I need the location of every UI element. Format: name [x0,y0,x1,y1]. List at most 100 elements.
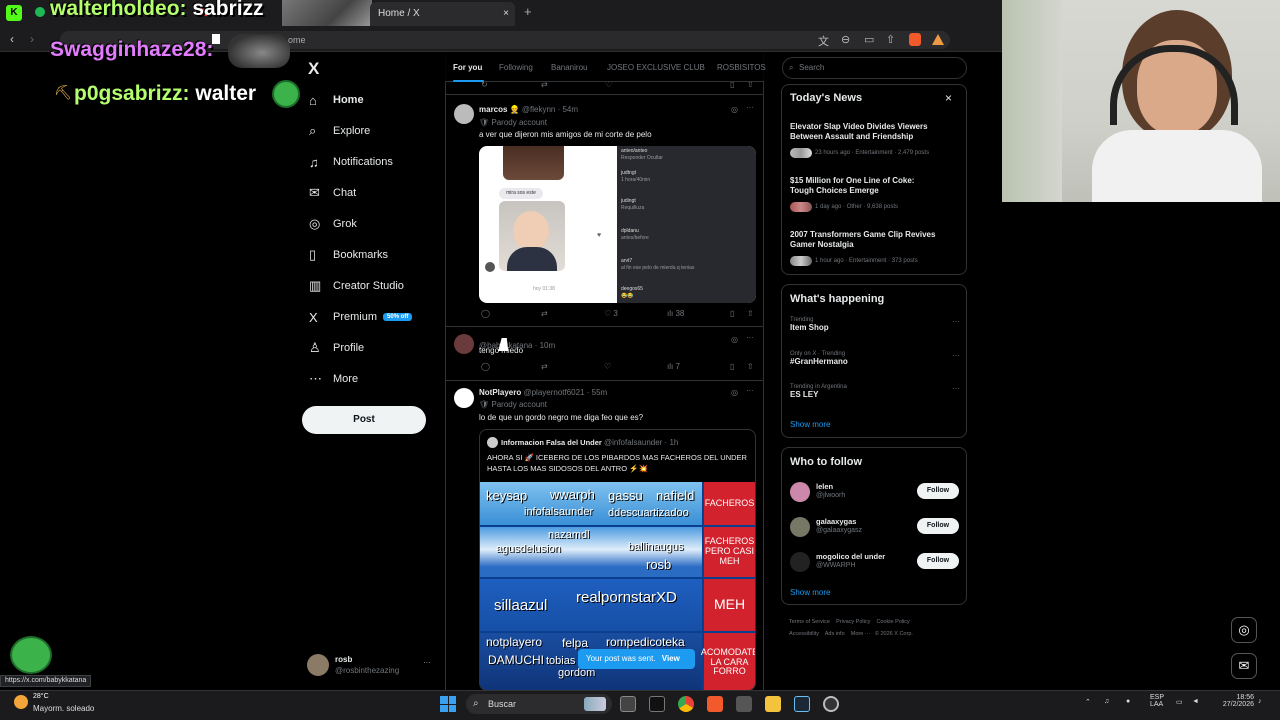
account-switcher[interactable]: rosb @rosbinthezazing ··· [307,652,437,682]
views-button[interactable]: ılı 7 [667,362,680,371]
nav-creator-studio[interactable]: ▥ Creator Studio [309,275,449,297]
trend-more-icon[interactable]: ··· [952,384,960,393]
post-button[interactable]: Post [302,406,426,434]
install-icon[interactable]: ▭ [864,33,874,46]
obs-icon[interactable] [823,696,839,712]
tray-overflow-icon[interactable]: ⌃ [1085,698,1091,706]
post-avatar[interactable] [454,388,474,408]
grok-fab-icon[interactable]: ◎ [1231,617,1257,643]
footer-ads-link[interactable]: Ads info [825,631,845,637]
footer-terms-link[interactable]: Terms of Service [789,619,830,625]
terminal-icon[interactable] [649,696,665,712]
back-icon[interactable]: ‹ [10,32,14,46]
reply-icon[interactable]: ◯ [481,309,490,318]
task-view-icon[interactable] [620,696,636,712]
brave-rewards-icon[interactable] [932,34,944,45]
nav-more[interactable]: ⋯ More [309,368,449,390]
show-more-follow-link[interactable]: Show more [790,588,830,597]
weather-sun-icon[interactable] [14,695,28,709]
close-icon[interactable]: × [945,91,952,105]
post-author[interactable]: marcos 👷 @flekynn · 54m [479,105,578,114]
footer-cookie-link[interactable]: Cookie Policy [876,619,909,625]
reply-icon[interactable]: ◯ [481,362,490,371]
post-more-icon[interactable]: ··· [746,103,754,112]
notification-bell-icon[interactable]: ♪ [1258,698,1262,705]
x-logo-icon[interactable]: X [308,59,319,79]
follow-suggestion[interactable]: mogolico del under @WWARPH Follow [790,550,962,574]
microphone-icon[interactable]: ● [1126,698,1130,705]
views-button[interactable]: ılı 38 [667,309,684,318]
footer-more-link[interactable]: More ··· [851,631,871,637]
show-more-trends-link[interactable]: Show more [790,420,830,429]
post-avatar[interactable] [454,334,474,354]
nav-grok[interactable]: ◎ Grok [309,213,449,235]
follow-button[interactable]: Follow [917,483,959,499]
post-avatar[interactable] [454,104,474,124]
follow-suggestion[interactable]: galaaxygas @galaaxygasz Follow [790,515,962,539]
store-icon[interactable] [736,696,752,712]
volume-icon[interactable]: ◄ [1192,698,1199,705]
trend-item[interactable]: Only on X · Trending #GranHermano ··· [790,351,960,366]
news-item[interactable]: $15 Million for One Line of Coke: Tough … [790,176,940,212]
forward-icon[interactable]: › [30,32,34,46]
zoom-icon[interactable]: ⊖ [841,33,850,46]
network-icon[interactable]: ▭ [1176,698,1183,706]
nav-profile[interactable]: ♙ Profile [309,337,449,359]
chrome-icon[interactable] [678,696,694,712]
toast-view-link[interactable]: View [662,654,680,663]
news-item[interactable]: 2007 Transformers Game Clip Revives Game… [790,230,940,266]
brave-icon[interactable] [707,696,723,712]
news-item[interactable]: Elevator Slap Video Divides Viewers Betw… [790,122,940,158]
tab-rosbisitos[interactable]: ROSBISITOS [717,63,766,72]
messages-fab-icon[interactable]: ✉ [1231,653,1257,679]
file-explorer-icon[interactable] [765,696,781,712]
like-button[interactable]: ♡ 3 [604,309,618,318]
brave-shield-icon[interactable] [909,33,921,46]
repost-icon[interactable]: ⇄ [541,309,548,318]
trend-more-icon[interactable]: ··· [952,317,960,326]
tab-joseo-exclusive-club[interactable]: JOSEO EXCLUSIVE CLUB [607,63,705,72]
trend-item[interactable]: Trending Item Shop ··· [790,317,960,332]
post-more-icon[interactable]: ··· [746,386,754,395]
grok-icon[interactable]: ◎ [731,335,738,344]
steam-icon[interactable] [794,696,810,712]
language-indicator[interactable]: ESP LAA [1150,694,1164,708]
post-author[interactable]: NotPlayero @playernotf6021 · 55m [479,388,607,397]
translate-icon[interactable]: 文 [818,33,829,49]
footer-privacy-link[interactable]: Privacy Policy [836,619,870,625]
headset-icon[interactable]: ♫ [1104,698,1109,705]
post-image[interactable]: mira sos este ♥ hoy 01:38 anteo/anteo Res… [479,146,756,303]
like-button[interactable]: ♡ [604,362,611,371]
bookmark-icon[interactable]: ▯ [730,309,734,318]
tab-following[interactable]: Following [499,63,533,72]
nav-explore[interactable]: ⌕ Explore [309,120,449,142]
grok-icon[interactable]: ◎ [731,388,738,397]
tab-bananirou[interactable]: Bananirou [551,63,587,72]
account-more-icon[interactable]: ··· [423,658,431,667]
follow-button[interactable]: Follow [917,553,959,569]
grok-icon[interactable]: ◎ [731,105,738,114]
nav-chat[interactable]: ✉ Chat [309,182,449,204]
nav-bookmarks[interactable]: ▯ Bookmarks [309,244,449,266]
trend-item[interactable]: Trending in Argentina ES LEY ··· [790,384,960,399]
share-icon[interactable]: ⇧ [747,309,754,318]
repost-icon[interactable]: ⇄ [541,362,548,371]
nav-home[interactable]: ⌂ Home [309,89,449,111]
nav-notifications[interactable]: ♫ Notifications [309,151,449,173]
share-icon[interactable]: ⇧ [747,362,754,371]
follow-suggestion[interactable]: lelen @jlwoorh Follow [790,480,962,504]
windows-start-icon[interactable] [440,696,456,712]
footer-accessibility-link[interactable]: Accessibility [789,631,819,637]
trend-more-icon[interactable]: ··· [952,351,960,360]
nav-premium[interactable]: X Premium 50% off [309,306,449,328]
tab-close-icon[interactable]: × [503,2,509,26]
spotify-icon[interactable] [35,7,45,17]
tab-home-x[interactable]: Home / X × [370,2,515,26]
share-icon[interactable]: ⇧ [886,33,895,46]
post-more-icon[interactable]: ··· [746,333,754,342]
tab-for-you[interactable]: For you [453,63,482,72]
kick-icon[interactable]: K [6,5,22,21]
bookmark-icon[interactable]: ▯ [730,362,734,371]
clock[interactable]: 18:56 27/2/2026 [1210,694,1254,708]
new-tab-button[interactable]: + [524,4,532,19]
